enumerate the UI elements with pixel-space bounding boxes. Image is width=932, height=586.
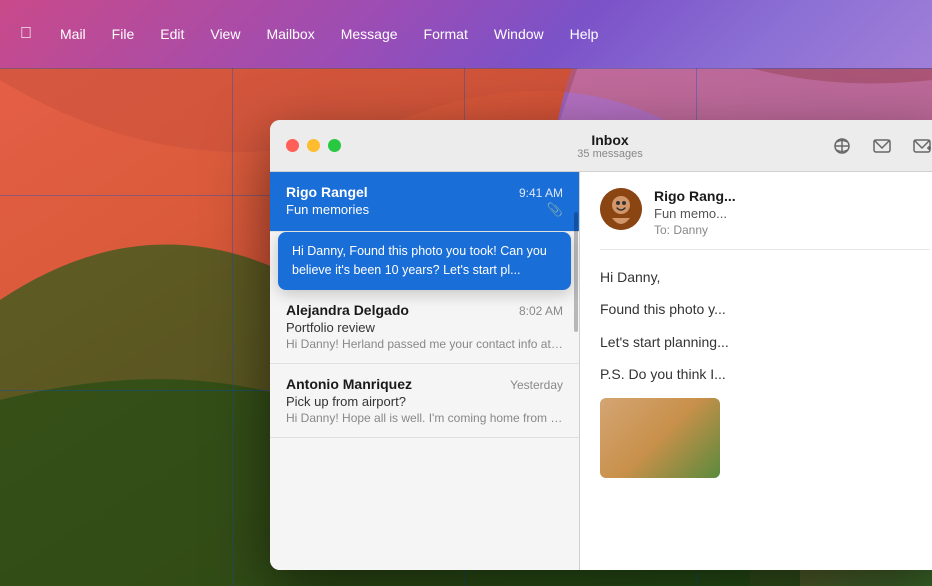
minimize-button[interactable] bbox=[307, 139, 320, 152]
message-subject-1: Fun memories bbox=[286, 202, 563, 217]
scrollbar-thumb bbox=[574, 212, 578, 332]
detail-subject: Fun memo... bbox=[654, 206, 736, 221]
message-list: Rigo Rangel 9:41 AM Fun memories 📎 Hi Da… bbox=[270, 172, 580, 570]
menu-bar:  Mail File Edit View Mailbox Message Fo… bbox=[0, 0, 932, 68]
message-subject-2: Portfolio review bbox=[286, 320, 563, 335]
maximize-button[interactable] bbox=[328, 139, 341, 152]
window-controls bbox=[286, 139, 341, 152]
sender-name-2: Alejandra Delgado bbox=[286, 302, 409, 318]
compose-icon[interactable] bbox=[870, 134, 894, 158]
window-content: Rigo Rangel 9:41 AM Fun memories 📎 Hi Da… bbox=[270, 172, 932, 570]
menu-edit[interactable]: Edit bbox=[156, 24, 188, 44]
detail-body: Hi Danny, Found this photo y... Let's st… bbox=[600, 266, 930, 478]
window-subtitle: 35 messages bbox=[577, 148, 642, 160]
message-item-2[interactable]: Alejandra Delgado 8:02 AM Portfolio revi… bbox=[270, 290, 579, 364]
message-tooltip: Hi Danny, Found this photo you took! Can… bbox=[278, 232, 571, 290]
window-title-area: Inbox 35 messages bbox=[577, 132, 642, 160]
message-item-3[interactable]: Antonio Manriquez Yesterday Pick up from… bbox=[270, 364, 579, 438]
message-time-2: 8:02 AM bbox=[519, 304, 563, 318]
menu-mailbox[interactable]: Mailbox bbox=[262, 24, 318, 44]
window-toolbar-icons bbox=[830, 134, 932, 158]
menu-view[interactable]: View bbox=[206, 24, 244, 44]
body-line-2: Found this photo y... bbox=[600, 298, 930, 320]
detail-sender-name: Rigo Rang... bbox=[654, 188, 736, 204]
menu-mail[interactable]: Mail bbox=[56, 24, 90, 44]
detail-header: Rigo Rang... Fun memo... To: Danny bbox=[600, 188, 930, 250]
message-detail: Rigo Rang... Fun memo... To: Danny Hi Da… bbox=[580, 172, 932, 570]
window-title: Inbox bbox=[577, 132, 642, 148]
window-titlebar: Inbox 35 messages bbox=[270, 120, 932, 172]
detail-sender-info: Rigo Rang... Fun memo... To: Danny bbox=[654, 188, 736, 237]
detail-photo bbox=[600, 398, 720, 478]
menu-help[interactable]: Help bbox=[566, 24, 603, 44]
message-subject-3: Pick up from airport? bbox=[286, 394, 563, 409]
attachment-icon: 📎 bbox=[547, 202, 563, 218]
message-time-3: Yesterday bbox=[510, 378, 563, 392]
menu-format[interactable]: Format bbox=[420, 24, 472, 44]
mail-window: Inbox 35 messages bbox=[270, 120, 932, 570]
message-time-1: 9:41 AM bbox=[519, 186, 563, 200]
message-preview-2: Hi Danny! Herland passed me your contact… bbox=[286, 337, 563, 351]
body-line-4: P.S. Do you think I... bbox=[600, 363, 930, 385]
body-line-1: Hi Danny, bbox=[600, 266, 930, 288]
body-line-3: Let's start planning... bbox=[600, 331, 930, 353]
menu-window[interactable]: Window bbox=[490, 24, 548, 44]
close-button[interactable] bbox=[286, 139, 299, 152]
sender-name-1: Rigo Rangel bbox=[286, 184, 368, 200]
menu-message[interactable]: Message bbox=[337, 24, 402, 44]
detail-to: To: Danny bbox=[654, 223, 736, 237]
apple-icon[interactable]:  bbox=[20, 25, 32, 43]
sender-avatar bbox=[600, 188, 642, 230]
scrollbar-track[interactable] bbox=[573, 172, 579, 570]
new-message-icon[interactable] bbox=[910, 134, 932, 158]
sender-name-3: Antonio Manriquez bbox=[286, 376, 412, 392]
message-item-1[interactable]: Rigo Rangel 9:41 AM Fun memories 📎 bbox=[270, 172, 579, 232]
menu-file[interactable]: File bbox=[108, 24, 139, 44]
filter-icon[interactable] bbox=[830, 134, 854, 158]
message-preview-3: Hi Danny! Hope all is well. I'm coming h… bbox=[286, 411, 563, 425]
